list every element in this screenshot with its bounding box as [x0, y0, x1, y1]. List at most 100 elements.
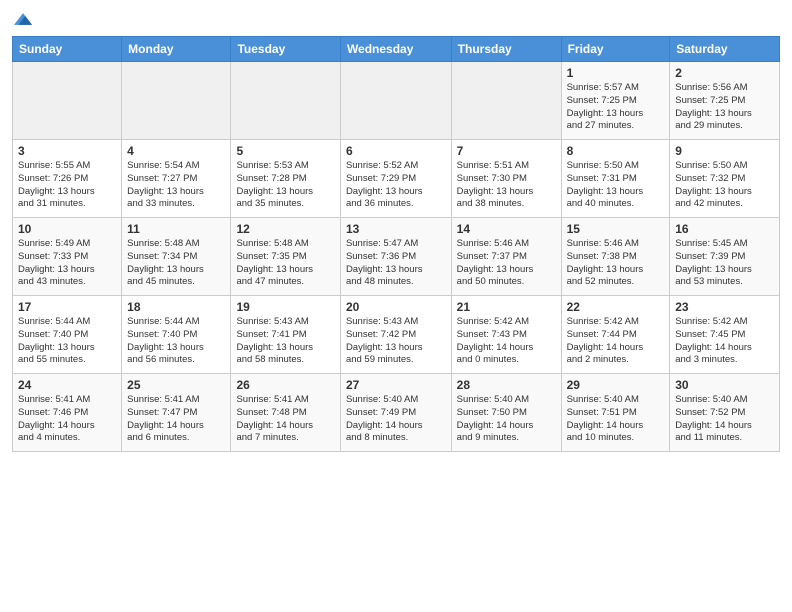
calendar-cell: 25 Sunrise: 5:41 AM Sunset: 7:47 PM Dayli…: [122, 374, 231, 452]
calendar-cell: 16 Sunrise: 5:45 AM Sunset: 7:39 PM Dayli…: [670, 218, 780, 296]
calendar-header-saturday: Saturday: [670, 37, 780, 62]
calendar-week-row: 10 Sunrise: 5:49 AM Sunset: 7:33 PM Dayli…: [13, 218, 780, 296]
day-number: 29: [567, 378, 665, 392]
calendar-cell: 21 Sunrise: 5:42 AM Sunset: 7:43 PM Dayli…: [451, 296, 561, 374]
calendar-cell: [122, 62, 231, 140]
calendar-cell: [231, 62, 340, 140]
calendar-cell: 7 Sunrise: 5:51 AM Sunset: 7:30 PM Daylig…: [451, 140, 561, 218]
calendar-header-monday: Monday: [122, 37, 231, 62]
day-number: 10: [18, 222, 116, 236]
day-info: Sunrise: 5:46 AM Sunset: 7:38 PM Dayligh…: [567, 238, 665, 289]
day-info: Sunrise: 5:53 AM Sunset: 7:28 PM Dayligh…: [236, 160, 334, 211]
calendar-cell: 10 Sunrise: 5:49 AM Sunset: 7:33 PM Dayli…: [13, 218, 122, 296]
day-info: Sunrise: 5:42 AM Sunset: 7:43 PM Dayligh…: [457, 316, 556, 367]
day-info: Sunrise: 5:48 AM Sunset: 7:34 PM Dayligh…: [127, 238, 225, 289]
calendar-cell: 11 Sunrise: 5:48 AM Sunset: 7:34 PM Dayli…: [122, 218, 231, 296]
calendar-header-wednesday: Wednesday: [340, 37, 451, 62]
calendar-table: SundayMondayTuesdayWednesdayThursdayFrid…: [12, 36, 780, 452]
day-info: Sunrise: 5:43 AM Sunset: 7:42 PM Dayligh…: [346, 316, 446, 367]
calendar-header-tuesday: Tuesday: [231, 37, 340, 62]
day-number: 20: [346, 300, 446, 314]
day-info: Sunrise: 5:44 AM Sunset: 7:40 PM Dayligh…: [127, 316, 225, 367]
day-number: 13: [346, 222, 446, 236]
calendar-cell: 3 Sunrise: 5:55 AM Sunset: 7:26 PM Daylig…: [13, 140, 122, 218]
day-number: 14: [457, 222, 556, 236]
day-info: Sunrise: 5:48 AM Sunset: 7:35 PM Dayligh…: [236, 238, 334, 289]
calendar-cell: 30 Sunrise: 5:40 AM Sunset: 7:52 PM Dayli…: [670, 374, 780, 452]
day-info: Sunrise: 5:43 AM Sunset: 7:41 PM Dayligh…: [236, 316, 334, 367]
logo: [12, 10, 34, 28]
day-number: 21: [457, 300, 556, 314]
page-header: [12, 10, 780, 28]
day-number: 22: [567, 300, 665, 314]
day-number: 28: [457, 378, 556, 392]
calendar-cell: 19Sunrise: 5:43 AM Sunset: 7:41 PM Dayli…: [231, 296, 340, 374]
day-number: 27: [346, 378, 446, 392]
day-info: Sunrise: 5:40 AM Sunset: 7:50 PM Dayligh…: [457, 394, 556, 445]
day-number: 23: [675, 300, 774, 314]
calendar-cell: 13 Sunrise: 5:47 AM Sunset: 7:36 PM Dayli…: [340, 218, 451, 296]
calendar-cell: [340, 62, 451, 140]
day-info: Sunrise: 5:40 AM Sunset: 7:49 PM Dayligh…: [346, 394, 446, 445]
calendar-cell: 12Sunrise: 5:48 AM Sunset: 7:35 PM Dayli…: [231, 218, 340, 296]
calendar-cell: 4 Sunrise: 5:54 AM Sunset: 7:27 PM Daylig…: [122, 140, 231, 218]
day-info: Sunrise: 5:41 AM Sunset: 7:48 PM Dayligh…: [236, 394, 334, 445]
calendar-cell: 5 Sunrise: 5:53 AM Sunset: 7:28 PM Daylig…: [231, 140, 340, 218]
day-number: 11: [127, 222, 225, 236]
day-number: 3: [18, 144, 116, 158]
logo-icon: [14, 10, 32, 28]
day-number: 15: [567, 222, 665, 236]
day-number: 6: [346, 144, 446, 158]
day-number: 8: [567, 144, 665, 158]
day-number: 4: [127, 144, 225, 158]
day-info: Sunrise: 5:56 AM Sunset: 7:25 PM Dayligh…: [675, 82, 774, 133]
calendar-cell: 22 Sunrise: 5:42 AM Sunset: 7:44 PM Dayli…: [561, 296, 670, 374]
day-info: Sunrise: 5:47 AM Sunset: 7:36 PM Dayligh…: [346, 238, 446, 289]
day-info: Sunrise: 5:51 AM Sunset: 7:30 PM Dayligh…: [457, 160, 556, 211]
page-container: SundayMondayTuesdayWednesdayThursdayFrid…: [0, 0, 792, 612]
day-number: 5: [236, 144, 334, 158]
calendar-week-row: 24 Sunrise: 5:41 AM Sunset: 7:46 PM Dayli…: [13, 374, 780, 452]
day-info: Sunrise: 5:45 AM Sunset: 7:39 PM Dayligh…: [675, 238, 774, 289]
day-number: 16: [675, 222, 774, 236]
calendar-header-row: SundayMondayTuesdayWednesdayThursdayFrid…: [13, 37, 780, 62]
day-number: 1: [567, 66, 665, 80]
calendar-cell: 9 Sunrise: 5:50 AM Sunset: 7:32 PM Daylig…: [670, 140, 780, 218]
calendar-cell: 18 Sunrise: 5:44 AM Sunset: 7:40 PM Dayli…: [122, 296, 231, 374]
day-info: Sunrise: 5:41 AM Sunset: 7:47 PM Dayligh…: [127, 394, 225, 445]
calendar-cell: 1 Sunrise: 5:57 AM Sunset: 7:25 PM Daylig…: [561, 62, 670, 140]
calendar-cell: 17Sunrise: 5:44 AM Sunset: 7:40 PM Dayli…: [13, 296, 122, 374]
calendar-cell: [13, 62, 122, 140]
day-number: 7: [457, 144, 556, 158]
day-number: 9: [675, 144, 774, 158]
day-number: 26: [236, 378, 334, 392]
calendar-cell: 20 Sunrise: 5:43 AM Sunset: 7:42 PM Dayli…: [340, 296, 451, 374]
day-number: 24: [18, 378, 116, 392]
calendar-header-friday: Friday: [561, 37, 670, 62]
day-number: 18: [127, 300, 225, 314]
calendar-week-row: 17 Sunrise: 5:44 AM Sunset: 7:40 PM Dayli…: [13, 296, 780, 374]
day-info: Sunrise: 5:49 AM Sunset: 7:33 PM Dayligh…: [18, 238, 116, 289]
day-info: Sunrise: 5:40 AM Sunset: 7:51 PM Dayligh…: [567, 394, 665, 445]
calendar-cell: 6 Sunrise: 5:52 AM Sunset: 7:29 PM Daylig…: [340, 140, 451, 218]
calendar-cell: 8 Sunrise: 5:50 AM Sunset: 7:31 PM Daylig…: [561, 140, 670, 218]
day-info: Sunrise: 5:40 AM Sunset: 7:52 PM Dayligh…: [675, 394, 774, 445]
day-info: Sunrise: 5:50 AM Sunset: 7:31 PM Dayligh…: [567, 160, 665, 211]
day-number: 25: [127, 378, 225, 392]
day-info: Sunrise: 5:50 AM Sunset: 7:32 PM Dayligh…: [675, 160, 774, 211]
calendar-cell: 24 Sunrise: 5:41 AM Sunset: 7:46 PM Dayli…: [13, 374, 122, 452]
day-number: 30: [675, 378, 774, 392]
calendar-cell: 28 Sunrise: 5:40 AM Sunset: 7:50 PM Dayli…: [451, 374, 561, 452]
day-info: Sunrise: 5:54 AM Sunset: 7:27 PM Dayligh…: [127, 160, 225, 211]
day-info: Sunrise: 5:55 AM Sunset: 7:26 PM Dayligh…: [18, 160, 116, 211]
calendar-cell: 27 Sunrise: 5:40 AM Sunset: 7:49 PM Dayli…: [340, 374, 451, 452]
day-info: Sunrise: 5:46 AM Sunset: 7:37 PM Dayligh…: [457, 238, 556, 289]
calendar-cell: 29 Sunrise: 5:40 AM Sunset: 7:51 PM Dayli…: [561, 374, 670, 452]
day-info: Sunrise: 5:42 AM Sunset: 7:44 PM Dayligh…: [567, 316, 665, 367]
day-info: Sunrise: 5:52 AM Sunset: 7:29 PM Dayligh…: [346, 160, 446, 211]
day-info: Sunrise: 5:57 AM Sunset: 7:25 PM Dayligh…: [567, 82, 665, 133]
calendar-header-sunday: Sunday: [13, 37, 122, 62]
day-number: 17: [18, 300, 116, 314]
day-info: Sunrise: 5:41 AM Sunset: 7:46 PM Dayligh…: [18, 394, 116, 445]
day-info: Sunrise: 5:42 AM Sunset: 7:45 PM Dayligh…: [675, 316, 774, 367]
